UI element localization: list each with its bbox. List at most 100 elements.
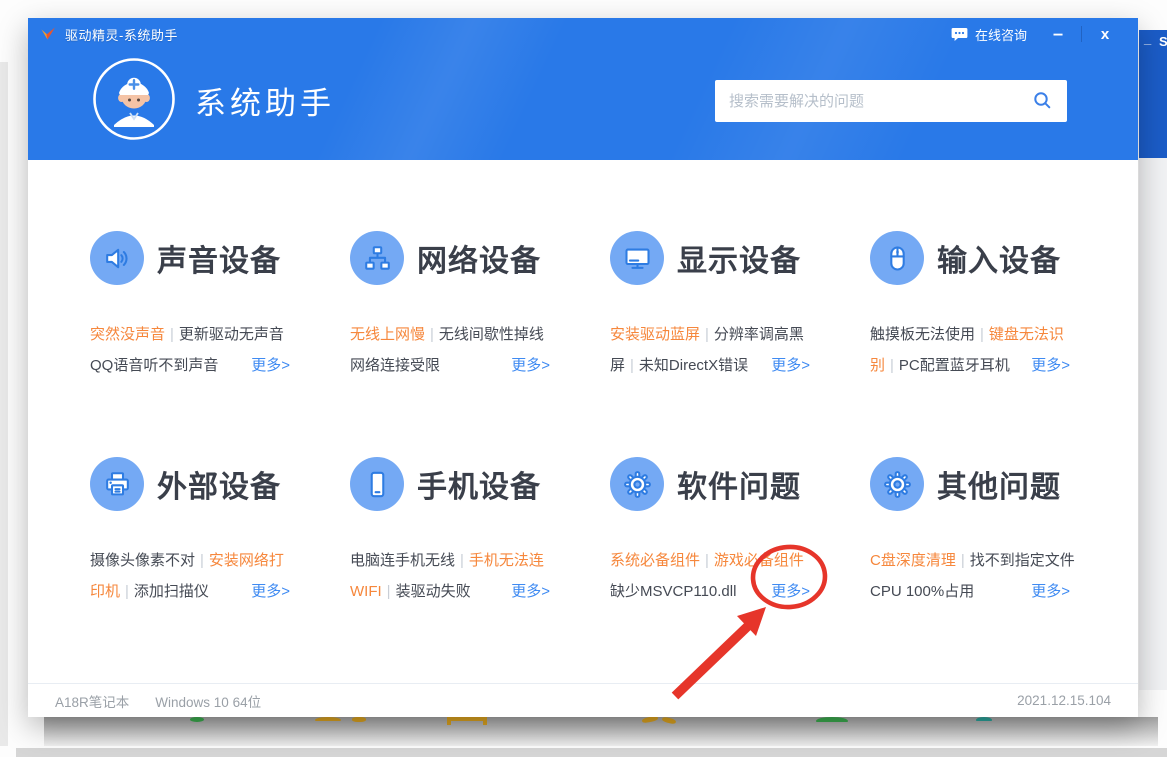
mouse-icon — [870, 231, 924, 285]
behind-window-edge: _ S — [1139, 30, 1167, 158]
phone-icon — [350, 457, 404, 511]
decor-shape — [816, 717, 848, 725]
issue-link[interactable]: C盘深度清理 — [870, 552, 956, 569]
category-card: 输入设备 触摸板无法使用 | 键盘无法识 别 | PC配置蓝牙耳机 更多> — [870, 231, 1070, 381]
issue-link[interactable]: 找不到指定文件 — [970, 552, 1075, 569]
separator: | — [980, 326, 984, 343]
separator: | — [705, 326, 709, 343]
issue-link[interactable]: WIFI — [350, 583, 382, 600]
category-card: 手机设备 电脑连手机无线|手机无法连 WIFI|装驱动失败更多> — [350, 457, 550, 607]
issue-links: 突然没声音 | 更新驱动无声音 QQ语音听不到声音 更多> — [90, 319, 290, 381]
separator: | — [125, 583, 129, 600]
app-logo-icon — [40, 26, 57, 43]
doctor-avatar-icon — [92, 57, 176, 141]
issue-link[interactable]: 键盘无法识 — [989, 326, 1064, 343]
separator: | — [387, 583, 391, 600]
status-bar: A18R笔记本 Windows 10 64位 2021.12.15.104 — [28, 683, 1138, 717]
device-model: A18R笔记本 — [55, 691, 129, 711]
issue-link[interactable]: 游戏必备组件 — [714, 552, 804, 569]
cards-grid: 声音设备 突然没声音|更新驱动无声音 QQ语音听不到声音更多> 网络设备 无线上… — [90, 231, 1138, 607]
taskbar-strip — [16, 748, 1167, 757]
issue-link[interactable]: PC配置蓝牙耳机 — [899, 357, 1010, 374]
issue-link[interactable]: 别 — [870, 357, 885, 374]
network-icon — [350, 231, 404, 285]
issue-link[interactable]: 摄像头像素不对 — [90, 552, 195, 569]
issue-link[interactable]: 安装驱动蓝屏 — [610, 326, 700, 343]
issue-link[interactable]: 安装网络打 — [209, 552, 284, 569]
more-link[interactable]: 更多> — [1031, 350, 1070, 381]
minimize-button[interactable]: — — [1041, 25, 1075, 43]
category-header[interactable]: 手机设备 — [350, 457, 550, 511]
category-header[interactable]: 显示设备 — [610, 231, 810, 285]
issue-link[interactable]: 添加扫描仪 — [134, 583, 209, 600]
category-header[interactable]: 外部设备 — [90, 457, 290, 511]
separator: | — [200, 552, 204, 569]
chat-bubble-icon — [951, 27, 968, 42]
search-input[interactable] — [715, 80, 1067, 122]
titlebar-divider — [1081, 26, 1082, 42]
category-title: 其他问题 — [937, 462, 1061, 506]
category-card: 声音设备 突然没声音 | 更新驱动无声音 QQ语音听不到声音 更多> — [90, 231, 290, 381]
category-header[interactable]: 输入设备 — [870, 231, 1070, 285]
issue-link[interactable]: 分辨率调高黑 — [714, 326, 804, 343]
issue-link[interactable]: 更新驱动无声音 — [179, 326, 284, 343]
separator: | — [170, 326, 174, 343]
issue-link[interactable]: 无线上网慢 — [350, 326, 425, 343]
search-icon[interactable] — [1031, 89, 1055, 113]
issue-link[interactable]: 触摸板无法使用 — [870, 326, 975, 343]
decor-shape — [190, 717, 204, 722]
decor-shape — [976, 717, 992, 723]
panel-title: 系统助手 — [195, 78, 335, 123]
category-card: 外部设备 摄像头像素不对 | 安装网络打 印机 | 添加扫描仪 更多> — [90, 457, 290, 607]
category-header[interactable]: 其他问题 — [870, 457, 1070, 511]
more-link[interactable]: 更多> — [251, 576, 290, 607]
category-title: 外部设备 — [157, 462, 281, 506]
more-link[interactable]: 更多> — [1031, 576, 1070, 607]
issue-links: 摄像头像素不对 | 安装网络打 印机 | 添加扫描仪 更多> — [90, 545, 290, 607]
behind-window-bottom — [44, 717, 1158, 746]
behind-minimize-glyph: _ — [1144, 31, 1151, 46]
issue-links: 触摸板无法使用 | 键盘无法识 别 | PC配置蓝牙耳机 更多> — [870, 319, 1070, 381]
issue-link[interactable]: 网络连接受限 — [350, 357, 440, 374]
titlebar[interactable]: 驱动精灵-系统助手 在线咨询 — x — [28, 18, 1138, 50]
category-header[interactable]: 网络设备 — [350, 231, 550, 285]
category-card: 显示设备 安装驱动蓝屏|分辨率调高黑 屏|未知DirectX错误更多> — [610, 231, 810, 381]
gear-icon — [610, 457, 664, 511]
issue-link[interactable]: QQ语音听不到声音 — [90, 357, 218, 374]
issue-link[interactable]: 装驱动失败 — [396, 583, 471, 600]
separator: | — [890, 357, 894, 374]
more-link[interactable]: 更多> — [251, 350, 290, 381]
issue-link[interactable]: 缺少MSVCP110.dll — [610, 583, 736, 600]
more-link[interactable]: 更多> — [511, 576, 550, 607]
issue-link[interactable]: 印机 — [90, 583, 120, 600]
printer-icon — [90, 457, 144, 511]
issue-links: 系统必备组件|游戏必备组件 缺少MSVCP110.dll更多> — [610, 545, 810, 607]
panel-header: 系统助手 — [28, 50, 1138, 160]
issue-link[interactable]: 无线间歇性掉线 — [439, 326, 544, 343]
gear-icon — [870, 457, 924, 511]
category-title: 输入设备 — [937, 236, 1061, 280]
category-header[interactable]: 软件问题 — [610, 457, 810, 511]
category-title: 软件问题 — [677, 462, 801, 506]
app-version: 2021.12.15.104 — [1017, 693, 1111, 708]
category-title: 网络设备 — [417, 236, 541, 280]
category-header[interactable]: 声音设备 — [90, 231, 290, 285]
separator: | — [430, 326, 434, 343]
decor-shape — [447, 717, 487, 725]
category-title: 显示设备 — [677, 236, 801, 280]
behind-partial-glyph: S — [1159, 34, 1167, 49]
online-consult-button[interactable]: 在线咨询 — [951, 25, 1027, 44]
issue-link[interactable]: 突然没声音 — [90, 326, 165, 343]
issue-link[interactable]: 未知DirectX错误 — [639, 357, 748, 374]
issue-link[interactable]: 电脑连手机无线 — [350, 552, 455, 569]
issue-link[interactable]: CPU 100%占用 — [870, 583, 974, 600]
more-link[interactable]: 更多> — [511, 350, 550, 381]
close-button[interactable]: x — [1088, 26, 1122, 43]
issue-link[interactable]: 系统必备组件 — [610, 552, 700, 569]
more-link[interactable]: 更多> — [771, 350, 810, 381]
issue-link[interactable]: 手机无法连 — [469, 552, 544, 569]
main-content: 声音设备 突然没声音|更新驱动无声音 QQ语音听不到声音更多> 网络设备 无线上… — [28, 160, 1138, 717]
more-link-annotated[interactable]: 更多> — [771, 576, 810, 607]
issue-link[interactable]: 屏 — [610, 357, 625, 374]
search-box[interactable] — [715, 80, 1067, 122]
